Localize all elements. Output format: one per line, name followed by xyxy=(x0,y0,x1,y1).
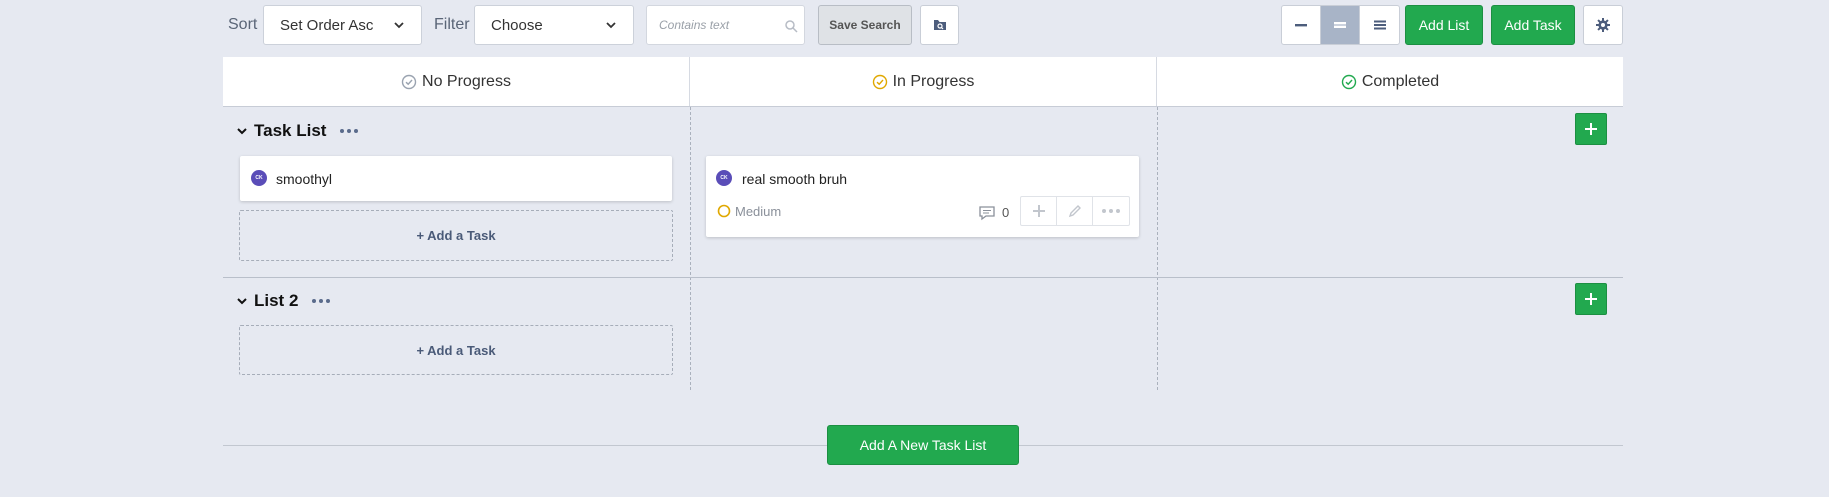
search-box xyxy=(646,5,805,45)
task-card[interactable]: CK smoothyl xyxy=(240,156,672,201)
saved-search-button[interactable] xyxy=(920,5,959,45)
view-medium-icon xyxy=(1334,22,1346,28)
column-divider xyxy=(1157,107,1158,390)
column-divider xyxy=(690,107,691,390)
plus-icon xyxy=(1032,205,1045,217)
add-a-task-button[interactable]: + Add a Task xyxy=(239,210,673,261)
chevron-down-icon[interactable] xyxy=(236,125,248,137)
pencil-icon xyxy=(1068,205,1081,218)
column-header-in-progress: In Progress xyxy=(690,57,1157,106)
chevron-down-icon xyxy=(606,22,616,29)
avatar: CK xyxy=(251,170,267,186)
view-expanded-icon xyxy=(1373,20,1386,30)
filter-label: Filter xyxy=(434,16,470,33)
board-column-headers: No Progress In Progress Completed xyxy=(223,57,1623,107)
task-action-buttons xyxy=(1020,196,1130,226)
column-header-label: In Progress xyxy=(892,72,975,90)
sort-select-value: Set Order Asc xyxy=(280,16,374,34)
avatar: CK xyxy=(716,170,732,186)
view-density-toggle xyxy=(1281,5,1400,45)
list-options-icon[interactable] xyxy=(312,299,331,303)
priority-circle-icon xyxy=(717,204,731,218)
view-expanded-button[interactable] xyxy=(1360,6,1399,44)
column-header-label: No Progress xyxy=(422,72,511,90)
comment-icon[interactable] xyxy=(978,205,996,221)
view-compact-button[interactable] xyxy=(1282,6,1321,44)
chevron-down-icon[interactable] xyxy=(236,295,248,307)
search-input[interactable] xyxy=(647,6,767,44)
list-title: List 2 xyxy=(254,291,299,310)
add-new-task-list-button[interactable]: Add A New Task List xyxy=(827,425,1019,465)
check-circle-icon xyxy=(1341,74,1357,89)
column-header-completed: Completed xyxy=(1157,57,1623,106)
save-search-button[interactable]: Save Search xyxy=(818,5,912,45)
list-title: Task List xyxy=(254,121,327,140)
column-header-label: Completed xyxy=(1361,72,1440,90)
add-subtask-button[interactable] xyxy=(1021,197,1057,225)
search-icon xyxy=(785,20,798,33)
comment-count: 0 xyxy=(1002,205,1010,220)
edit-task-button[interactable] xyxy=(1057,197,1093,225)
more-icon xyxy=(1102,209,1120,213)
task-card[interactable]: CK real smooth bruh Medium 0 xyxy=(706,156,1139,237)
list-options-icon[interactable] xyxy=(340,129,359,133)
column-header-no-progress: No Progress xyxy=(223,57,690,106)
view-compact-icon xyxy=(1295,24,1307,27)
filter-select[interactable]: Choose xyxy=(474,5,634,45)
add-a-task-button[interactable]: + Add a Task xyxy=(239,325,673,375)
list-header-task-list: Task List xyxy=(236,121,359,141)
filter-select-value: Choose xyxy=(491,16,543,34)
plus-icon xyxy=(1585,123,1597,135)
view-medium-button[interactable] xyxy=(1321,6,1360,44)
plus-icon xyxy=(1585,293,1597,305)
saved-search-icon xyxy=(933,20,946,30)
chevron-down-icon xyxy=(394,22,404,29)
add-task-completed-button[interactable] xyxy=(1575,113,1607,145)
sort-label: Sort xyxy=(228,16,258,33)
task-more-button[interactable] xyxy=(1093,197,1129,225)
task-title: real smooth bruh xyxy=(742,171,848,187)
add-task-completed-button[interactable] xyxy=(1575,283,1607,315)
add-task-button[interactable]: Add Task xyxy=(1491,5,1575,45)
list-header-list-2: List 2 xyxy=(236,291,331,311)
list-divider xyxy=(223,277,1623,278)
settings-button[interactable] xyxy=(1583,5,1623,45)
check-circle-icon xyxy=(872,74,887,89)
task-title: smoothyl xyxy=(276,171,333,187)
gear-icon xyxy=(1596,18,1610,32)
add-list-button[interactable]: Add List xyxy=(1405,5,1483,45)
check-circle-icon xyxy=(401,74,417,89)
sort-select[interactable]: Set Order Asc xyxy=(263,5,422,45)
priority-label: Medium xyxy=(735,204,782,219)
